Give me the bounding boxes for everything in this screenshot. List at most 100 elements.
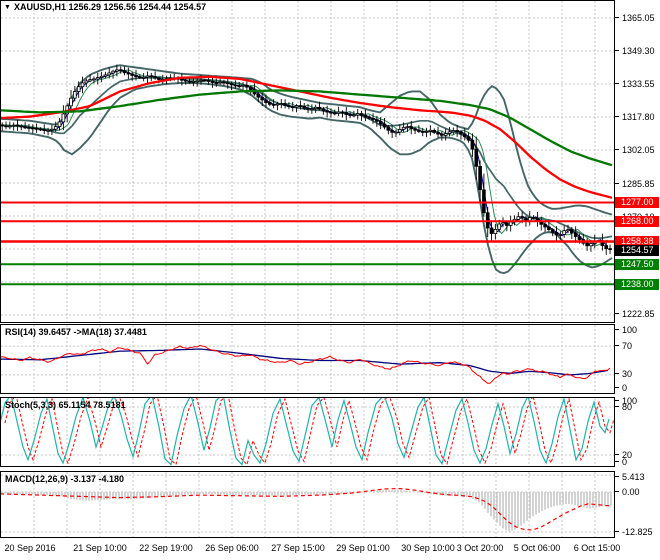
main-chart-panel[interactable]	[0, 0, 615, 323]
candle-body	[23, 126, 27, 129]
candle-body	[290, 106, 295, 108]
time-axis-label: 20 Sep 2016	[4, 543, 56, 553]
candle-body	[405, 126, 410, 129]
price-axis[interactable]: 1365.05 1349.30 1333.55 1317.80 1302.05 1285.…	[615, 0, 660, 560]
time-axis[interactable]: 20 Sep 2016 21 Sep 10:00 22 Sep 19:00 26 Se…	[0, 539, 660, 559]
candle-body	[459, 131, 463, 135]
price-axis-label: -12.825	[615, 527, 660, 537]
candle-body	[585, 242, 589, 247]
candle-body	[378, 120, 383, 125]
candle-body	[53, 126, 58, 130]
candle-body	[394, 131, 398, 134]
price-axis-label: 1317.80	[615, 112, 660, 122]
price-axis-label: 1365.05	[615, 13, 660, 23]
time-axis-label: 26 Sep 06:00	[205, 543, 259, 553]
candle-body	[516, 216, 521, 220]
ma-green-line	[1, 89, 613, 167]
candle-body	[298, 105, 303, 107]
candle-body	[4, 125, 8, 128]
candle-body	[447, 131, 452, 134]
candle-body	[294, 105, 299, 108]
candle-body	[543, 223, 547, 228]
price-axis-label: 1349.30	[615, 46, 660, 56]
candle-body	[218, 81, 222, 84]
candle-body	[302, 105, 306, 109]
candle-body	[27, 127, 31, 129]
candle-body	[424, 130, 429, 133]
candle-body	[130, 73, 135, 76]
candle-body	[367, 116, 371, 119]
bollinger-upper-line	[1, 64, 613, 216]
candle-body	[46, 129, 50, 132]
candle-body	[386, 126, 391, 131]
chevron-down-icon[interactable]: ▼	[4, 4, 11, 11]
price-badge-1247.50: 1247.50	[615, 259, 659, 270]
time-axis-label: 22 Sep 19:00	[139, 543, 193, 553]
candle-body	[336, 111, 341, 114]
candle-body	[42, 129, 47, 132]
candle-body	[489, 227, 494, 234]
candle-body	[436, 131, 440, 135]
candle-body	[222, 81, 226, 84]
candle-body	[573, 232, 578, 237]
candle-body	[191, 81, 196, 83]
candle-body	[126, 72, 131, 75]
candle-body	[531, 217, 536, 219]
candle-body	[11, 124, 16, 127]
candle-body	[520, 216, 524, 219]
candle-body	[57, 121, 62, 128]
candle-body	[420, 130, 425, 133]
candle-body	[92, 78, 96, 81]
candle-body	[428, 129, 433, 132]
candle-body	[149, 75, 154, 78]
candle-body	[241, 84, 245, 87]
candle-body	[359, 113, 364, 116]
candle-body	[497, 223, 501, 230]
candle-body	[267, 102, 272, 105]
candle-body	[111, 70, 115, 74]
candle-body	[115, 69, 119, 72]
candle-body	[493, 228, 498, 234]
candle-body	[413, 128, 417, 131]
candle-body	[225, 82, 230, 85]
candle-body	[397, 128, 402, 133]
candle-body	[157, 77, 161, 80]
candle-body	[589, 243, 593, 247]
candle-body	[264, 99, 268, 104]
candle-body	[256, 93, 261, 98]
candle-body	[229, 83, 234, 86]
price-axis-label: 1333.55	[615, 79, 660, 89]
main-chart-canvas[interactable]	[1, 1, 614, 322]
candle-body	[558, 233, 563, 236]
price-axis-label: 30	[615, 369, 660, 379]
candle-body	[554, 231, 559, 236]
candle-body	[180, 78, 184, 81]
candle-body	[455, 130, 459, 133]
candle-body	[96, 77, 100, 80]
candle-body	[134, 75, 138, 78]
price-axis-label: 0	[615, 457, 660, 467]
candle-body	[451, 130, 456, 133]
candle-body	[107, 72, 112, 76]
candle-body	[363, 114, 368, 118]
candle-body	[340, 111, 345, 114]
candle-body	[566, 229, 570, 232]
candle-body	[80, 82, 85, 88]
price-badge-1238.00: 1238.00	[615, 279, 659, 290]
candle-body	[118, 69, 123, 72]
candle-body	[206, 80, 211, 82]
bollinger-middle-line	[1, 76, 613, 239]
candle-body	[275, 103, 280, 106]
candle-body	[439, 133, 444, 136]
candle-body	[84, 80, 89, 84]
candle-body	[317, 106, 322, 110]
candle-body	[38, 128, 43, 131]
candle-body	[432, 129, 436, 133]
candle-body	[19, 125, 24, 128]
candle-body	[470, 139, 475, 150]
candle-body	[76, 86, 81, 92]
candle-body	[88, 79, 92, 82]
slow-ma-lines	[1, 75, 613, 199]
candle-body	[313, 106, 318, 110]
candle-body	[371, 118, 375, 121]
